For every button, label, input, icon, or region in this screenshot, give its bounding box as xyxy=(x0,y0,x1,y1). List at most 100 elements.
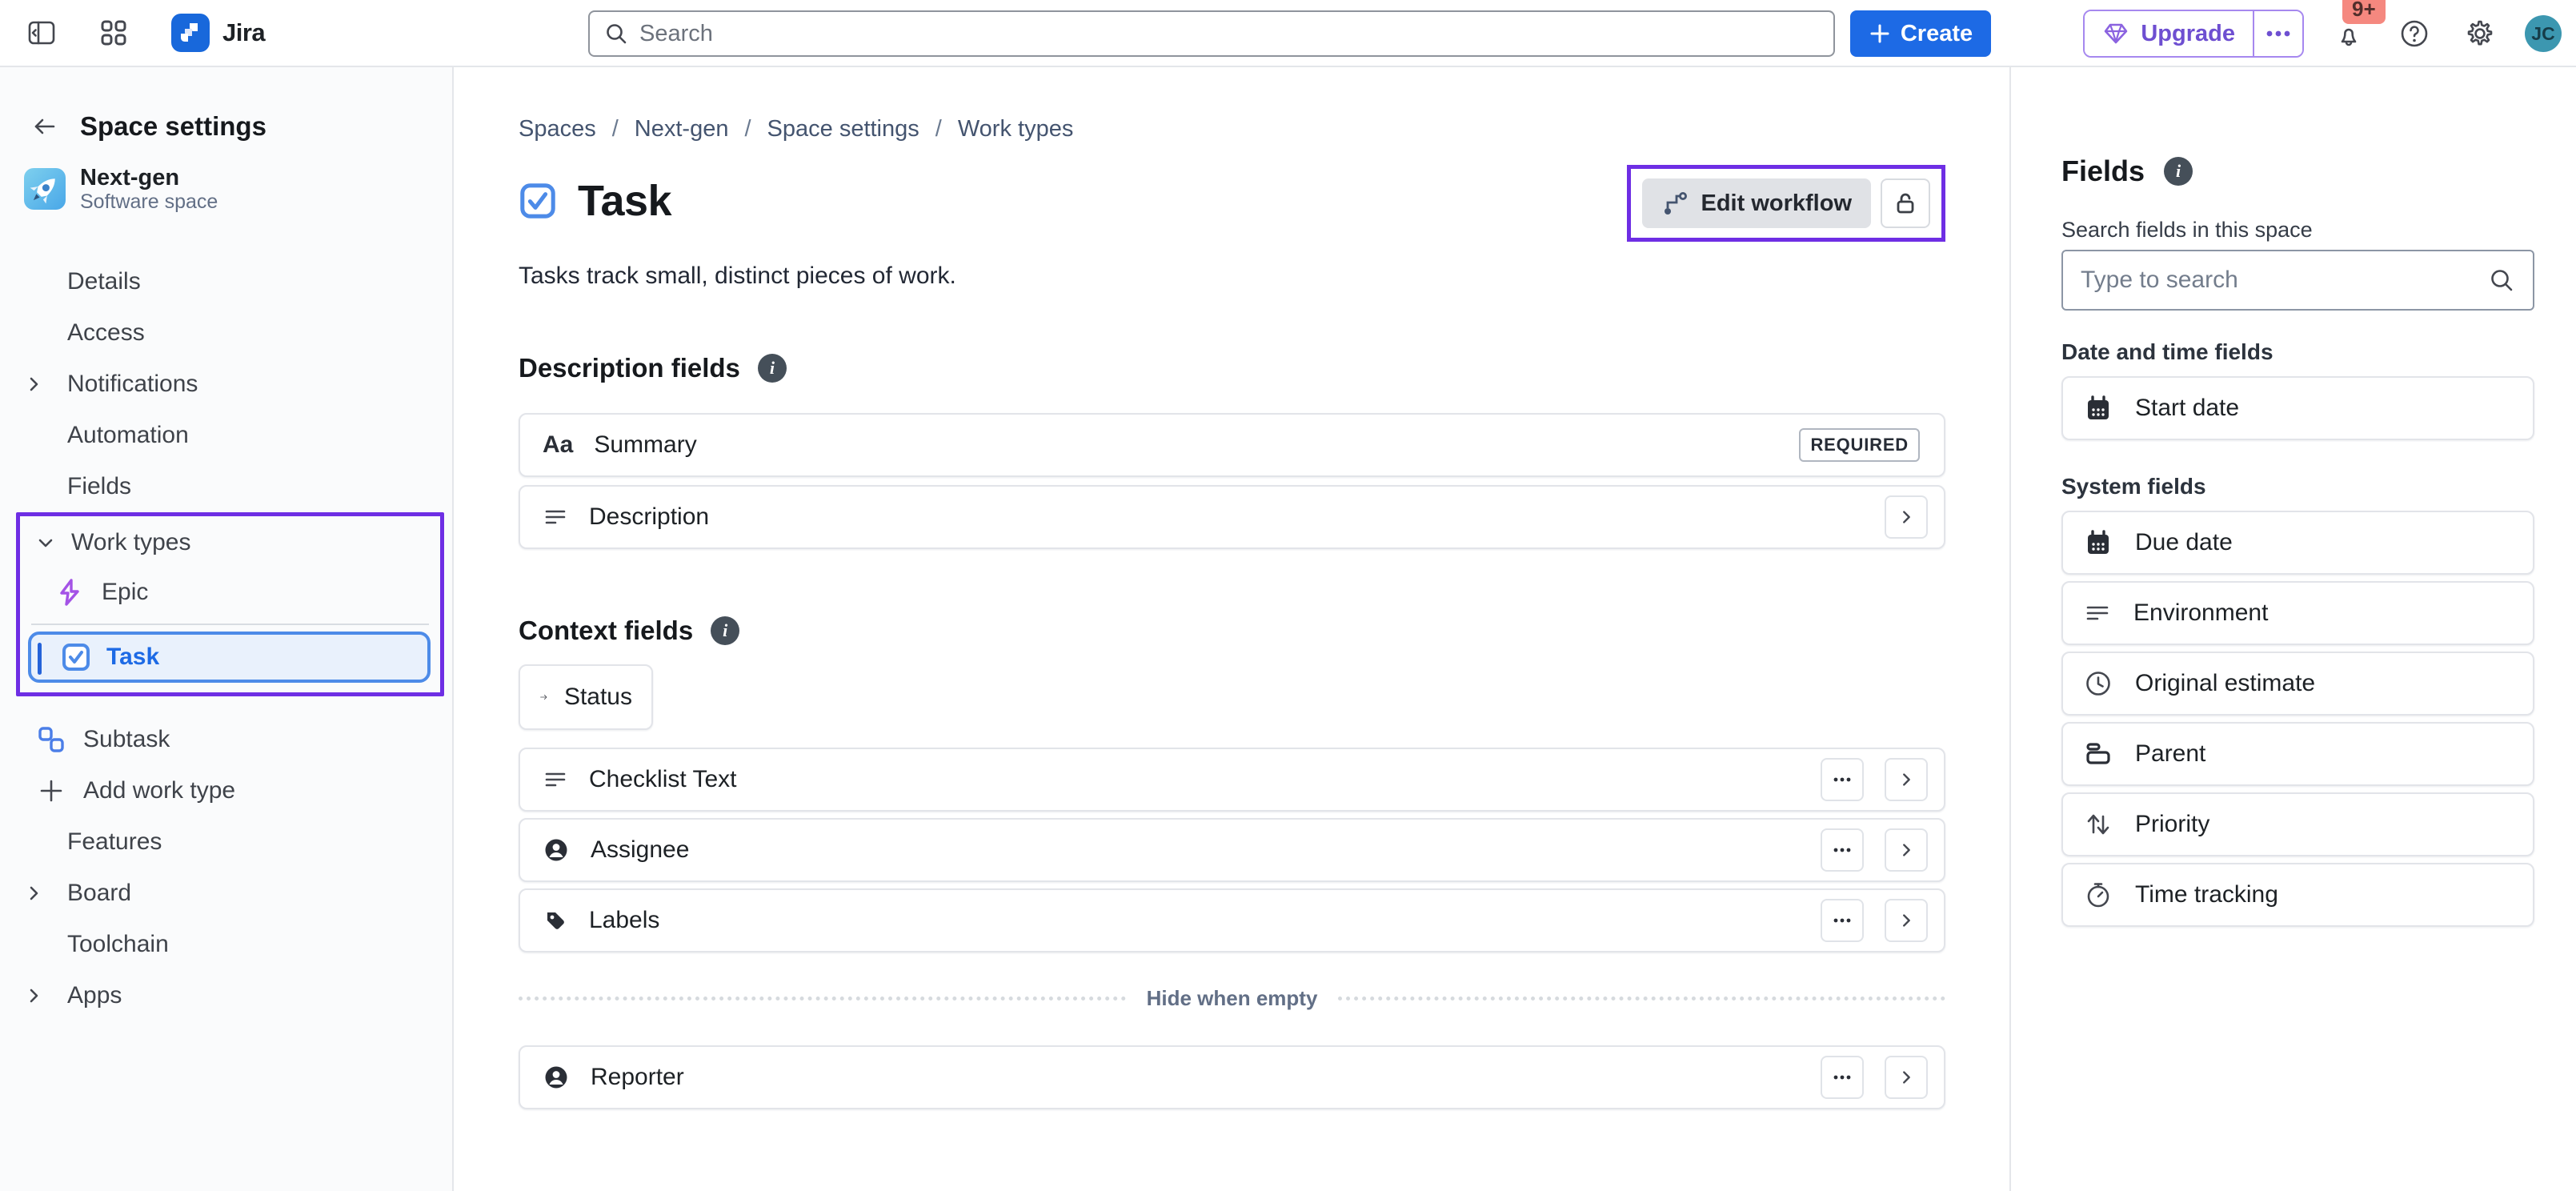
breadcrumb-separator: / xyxy=(612,116,619,142)
chevron-right-icon xyxy=(1897,912,1915,929)
breadcrumb-work-types[interactable]: Work types xyxy=(958,116,1074,142)
field-card-priority[interactable]: Priority xyxy=(2061,792,2534,856)
upgrade-more-button[interactable] xyxy=(2253,11,2302,56)
upgrade-button-label: Upgrade xyxy=(2141,21,2235,47)
workflow-icon xyxy=(1661,189,1690,218)
field-more-button[interactable] xyxy=(1821,828,1864,872)
field-card-label: Time tracking xyxy=(2135,881,2278,908)
tag-icon xyxy=(543,908,568,933)
field-row-reporter[interactable]: Reporter xyxy=(519,1045,1945,1109)
person-icon xyxy=(543,836,570,864)
edit-workflow-button[interactable]: Edit workflow xyxy=(1642,178,1872,228)
sidebar-item-work-types[interactable]: Work types xyxy=(20,518,440,567)
info-icon[interactable]: i xyxy=(2164,157,2193,186)
field-more-button[interactable] xyxy=(1821,899,1864,942)
sidebar-item-add-work-type[interactable]: Add work type xyxy=(0,765,452,816)
app-grid-icon xyxy=(99,18,128,47)
expand-field-button[interactable] xyxy=(1885,758,1928,801)
fields-panel: Fields i Search fields in this space Dat… xyxy=(2009,67,2576,1191)
space-type: Software space xyxy=(80,190,218,213)
field-card-status[interactable]: Status xyxy=(519,664,653,730)
fields-search-label: Search fields in this space xyxy=(2061,218,2534,243)
text-field-icon: Aa xyxy=(543,431,573,459)
sidebar-item-features[interactable]: Features xyxy=(0,816,452,868)
breadcrumb-space-settings[interactable]: Space settings xyxy=(767,116,919,142)
breadcrumb-space[interactable]: Next-gen xyxy=(635,116,729,142)
create-button[interactable]: Create xyxy=(1850,10,1991,57)
field-more-button[interactable] xyxy=(1821,758,1864,801)
help-button[interactable] xyxy=(2394,13,2435,54)
field-row-labels[interactable]: Labels xyxy=(519,888,1945,952)
avatar-initials: JC xyxy=(2531,23,2554,45)
sidebar-item-fields[interactable]: Fields xyxy=(0,461,452,512)
top-navigation-bar: Jira Create Upgrade xyxy=(0,0,2576,67)
field-row-checklist-text[interactable]: Checklist Text xyxy=(519,748,1945,812)
expand-field-button[interactable] xyxy=(1885,899,1928,942)
info-icon[interactable]: i xyxy=(758,354,787,383)
global-search-bar[interactable] xyxy=(588,10,1835,57)
breadcrumb-spaces[interactable]: Spaces xyxy=(519,116,596,142)
field-card-label: Environment xyxy=(2133,600,2268,627)
task-checkbox-icon xyxy=(60,641,92,673)
field-card-label: Priority xyxy=(2135,811,2209,838)
sidebar-item-board[interactable]: Board xyxy=(0,868,452,919)
expand-field-button[interactable] xyxy=(1885,1056,1928,1099)
sidebar-item-epic[interactable]: Epic xyxy=(20,567,440,617)
field-row-description[interactable]: Description xyxy=(519,485,1945,549)
field-row-assignee[interactable]: Assignee xyxy=(519,818,1945,882)
search-icon xyxy=(2488,267,2515,294)
sidebar-menu: Details Access Notifications Automation … xyxy=(0,256,452,1021)
collapse-sidebar-button[interactable] xyxy=(21,12,62,54)
field-row-label: Description xyxy=(589,503,709,531)
field-row-label: Labels xyxy=(589,907,659,934)
fields-search-bar[interactable] xyxy=(2061,250,2534,311)
unlock-button[interactable] xyxy=(1881,178,1930,228)
sidebar-item-automation[interactable]: Automation xyxy=(0,410,452,461)
field-card-start-date[interactable]: Start date xyxy=(2061,376,2534,440)
context-fields-list: Checklist Text Assignee xyxy=(519,748,1945,952)
field-card-time-tracking[interactable]: Time tracking xyxy=(2061,863,2534,927)
sidebar-item-apps[interactable]: Apps xyxy=(0,970,452,1021)
sidebar-item-task-selected[interactable]: Task xyxy=(28,632,431,683)
field-card-due-date[interactable]: Due date xyxy=(2061,511,2534,575)
fields-search-input[interactable] xyxy=(2081,267,2488,294)
back-button[interactable] xyxy=(27,109,62,144)
annotation-box-work-types: Work types Epic Task xyxy=(16,512,444,696)
settings-button[interactable] xyxy=(2459,13,2501,54)
sidebar-item-subtask[interactable]: Subtask xyxy=(0,714,452,765)
sidebar-item-label: Board xyxy=(67,880,131,907)
sidebar-item-details[interactable]: Details xyxy=(0,256,452,307)
ellipsis-icon xyxy=(1833,917,1852,924)
clock-icon xyxy=(2084,669,2113,698)
sidebar-item-notifications[interactable]: Notifications xyxy=(0,359,452,410)
upgrade-button[interactable]: Upgrade xyxy=(2085,11,2253,56)
align-left-icon xyxy=(2084,600,2111,627)
field-more-button[interactable] xyxy=(1821,1056,1864,1099)
plus-icon xyxy=(38,777,65,804)
jira-logo-icon xyxy=(171,14,210,52)
app-switcher-button[interactable] xyxy=(93,12,134,54)
info-icon[interactable]: i xyxy=(711,616,739,645)
fields-panel-heading: Fields xyxy=(2061,154,2145,188)
chevron-right-icon xyxy=(24,986,43,1005)
field-card-parent[interactable]: Parent xyxy=(2061,722,2534,786)
align-left-icon xyxy=(543,767,568,792)
jira-home-link[interactable]: Jira xyxy=(171,14,265,52)
user-avatar[interactable]: JC xyxy=(2525,15,2562,52)
expand-field-button[interactable] xyxy=(1885,828,1928,872)
chevron-down-icon xyxy=(36,533,55,552)
hide-when-empty-label: Hide when empty xyxy=(1147,986,1318,1011)
ellipsis-icon xyxy=(2265,30,2292,38)
sidebar-item-label: Work types xyxy=(71,529,191,556)
sidebar-item-access[interactable]: Access xyxy=(0,307,452,359)
annotation-box-edit-workflow: Edit workflow xyxy=(1627,165,1946,242)
calendar-icon xyxy=(2084,528,2113,557)
field-card-original-estimate[interactable]: Original estimate xyxy=(2061,652,2534,716)
sidebar-item-label: Subtask xyxy=(83,726,170,753)
field-row-summary[interactable]: Aa Summary REQUIRED xyxy=(519,413,1945,477)
notifications-button[interactable]: 9+ xyxy=(2328,13,2370,54)
sidebar-item-toolchain[interactable]: Toolchain xyxy=(0,919,452,970)
expand-field-button[interactable] xyxy=(1885,495,1928,539)
global-search-input[interactable] xyxy=(639,21,1819,47)
field-card-environment[interactable]: Environment xyxy=(2061,581,2534,645)
